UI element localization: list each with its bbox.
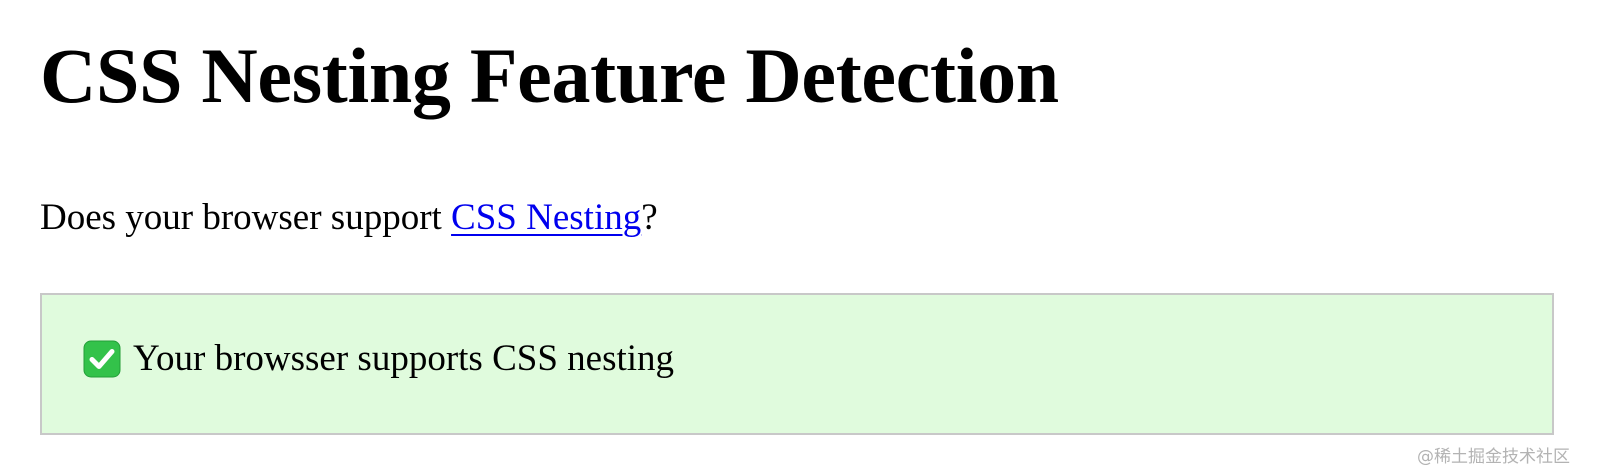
support-result-line: Your browsser supports CSS nesting	[83, 337, 674, 381]
support-result-message: Your browsser supports CSS nesting	[133, 338, 675, 379]
watermark: @稀土掘金技术社区	[1417, 447, 1570, 467]
css-nesting-link[interactable]: CSS Nesting	[451, 197, 641, 238]
page-title: CSS Nesting Feature Detection	[40, 32, 1059, 119]
intro-text-before: Does your browser support	[40, 197, 452, 238]
support-result-box: Your browsser supports CSS nesting	[40, 293, 1554, 435]
check-mark-icon	[83, 340, 121, 378]
intro-text: Does your browser support CSS Nesting?	[40, 196, 658, 240]
intro-text-after: ?	[641, 197, 658, 238]
